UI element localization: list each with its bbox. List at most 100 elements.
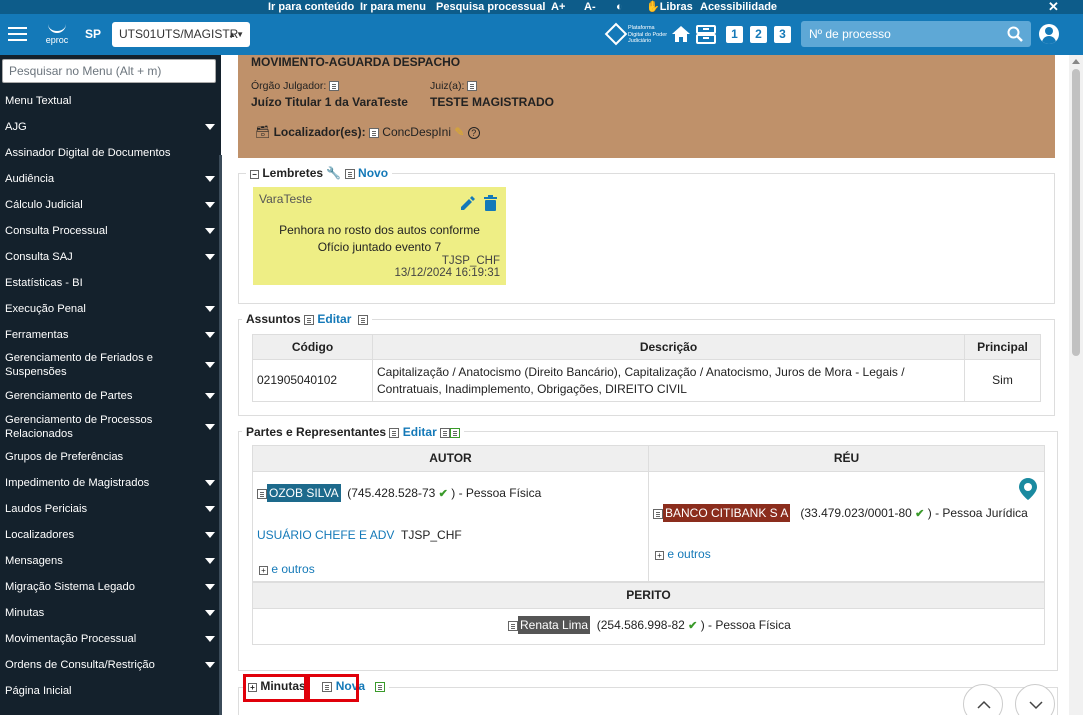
caret-down-icon[interactable] bbox=[205, 662, 215, 668]
menu-search-input[interactable]: Pesquisar no Menu (Alt + m) bbox=[2, 59, 216, 83]
accessibility-link[interactable]: Acessibilidade bbox=[700, 0, 777, 14]
location-pin-icon[interactable] bbox=[1019, 478, 1037, 500]
close-icon[interactable]: ✕ bbox=[1048, 0, 1059, 14]
sidebar-item[interactable]: Cálculo Judicial bbox=[5, 198, 215, 212]
caret-down-icon[interactable] bbox=[205, 506, 215, 512]
edit-parties-button[interactable]: Editar bbox=[389, 425, 437, 439]
unit-select[interactable]: UTS01UTS/MAGISTR ▲▼ bbox=[112, 22, 250, 47]
scroll-up-arrow-icon[interactable] bbox=[1072, 59, 1080, 64]
caret-down-icon[interactable] bbox=[205, 584, 215, 590]
font-decrease-button[interactable]: A- bbox=[584, 0, 596, 14]
sidebar-item[interactable]: Ordens de Consulta/Restrição bbox=[5, 658, 215, 672]
pdpj-logo[interactable]: Plataforma Digital do Poder Judiciário bbox=[604, 22, 668, 47]
info-icon[interactable] bbox=[653, 508, 663, 519]
caret-down-icon[interactable] bbox=[205, 202, 215, 208]
font-increase-button[interactable]: A+ bbox=[551, 0, 565, 14]
reu-outros[interactable]: + e outros bbox=[655, 547, 711, 561]
skip-to-menu-link[interactable]: Ir para menu bbox=[360, 0, 426, 14]
caret-down-icon[interactable] bbox=[205, 393, 215, 399]
sidebar-item[interactable]: Execução Penal bbox=[5, 302, 215, 316]
info-icon[interactable] bbox=[508, 620, 518, 631]
help-icon[interactable]: ? bbox=[467, 127, 480, 139]
sidebar-item[interactable]: Gerenciamento de Partes bbox=[5, 389, 215, 403]
info-icon[interactable] bbox=[368, 127, 379, 138]
sidebar-item[interactable]: Grupos de Preferências bbox=[5, 450, 215, 464]
sidebar-item[interactable]: Estatísticas - BI bbox=[5, 276, 215, 290]
edit-subjects-button[interactable]: Editar bbox=[304, 312, 351, 326]
sidebar-scrollbar[interactable] bbox=[219, 155, 222, 715]
sidebar-item[interactable]: Migração Sistema Legado bbox=[5, 580, 215, 594]
caret-down-icon[interactable] bbox=[205, 558, 215, 564]
caret-down-icon[interactable] bbox=[205, 532, 215, 538]
sidebar-item[interactable]: Assinador Digital de Documentos bbox=[5, 146, 215, 160]
representative-link[interactable]: USUÁRIO CHEFE E ADV bbox=[257, 528, 394, 542]
sidebar-item[interactable]: Localizadores bbox=[5, 528, 215, 542]
caret-down-icon[interactable] bbox=[205, 362, 215, 368]
sidebar-item[interactable]: Consulta SAJ bbox=[5, 250, 215, 264]
refresh-icon[interactable] bbox=[375, 681, 386, 692]
home-icon[interactable] bbox=[671, 25, 691, 43]
user-avatar-icon[interactable] bbox=[1039, 24, 1059, 44]
caret-down-icon[interactable] bbox=[205, 306, 215, 312]
search-icon[interactable] bbox=[1007, 26, 1023, 42]
edit-localizador-icon[interactable]: ✎ bbox=[454, 125, 464, 139]
quick-access-1-button[interactable]: 1 bbox=[726, 26, 743, 43]
process-search-link[interactable]: Pesquisa processual bbox=[436, 0, 545, 14]
localizador-label: Localizador(es): bbox=[273, 125, 366, 139]
info-icon[interactable] bbox=[329, 81, 340, 92]
table-icon[interactable] bbox=[440, 427, 451, 438]
localizador-value[interactable]: ConcDespIni bbox=[382, 125, 451, 139]
process-search-input[interactable]: Nº de processo bbox=[801, 21, 1031, 47]
eproc-logo[interactable]: eproc bbox=[44, 23, 70, 47]
caret-down-icon[interactable] bbox=[205, 176, 215, 182]
sidebar-item[interactable]: Impedimento de Magistrados bbox=[5, 476, 215, 490]
new-reminder-button[interactable]: Novo bbox=[344, 166, 388, 180]
autor-name[interactable]: OZOB SILVA bbox=[267, 484, 341, 502]
sidebar-item[interactable]: Gerenciamento de Feriados e Suspensões bbox=[5, 351, 215, 379]
inbox-icon[interactable] bbox=[696, 25, 716, 44]
sidebar-item[interactable]: Mensagens bbox=[5, 554, 215, 568]
caret-down-icon[interactable] bbox=[205, 480, 215, 486]
edit-pencil-icon[interactable] bbox=[459, 195, 475, 211]
info-icon[interactable] bbox=[257, 488, 267, 499]
info-icon[interactable] bbox=[467, 81, 478, 92]
sidebar-item[interactable]: Ferramentas bbox=[5, 328, 215, 342]
perito-name[interactable]: Renata Lima bbox=[518, 616, 591, 634]
sidebar-item[interactable]: Laudos Periciais bbox=[5, 502, 215, 516]
caret-down-icon[interactable] bbox=[205, 124, 215, 130]
libras-link[interactable]: ✋Libras bbox=[646, 0, 693, 14]
orgao-label: Órgão Julgador: bbox=[251, 80, 340, 92]
sidebar-item[interactable]: Audiência bbox=[5, 172, 215, 186]
sidebar-item[interactable]: Página Inicial bbox=[5, 684, 215, 698]
wrench-icon[interactable]: 🔧 bbox=[326, 166, 341, 180]
reu-name[interactable]: BANCO CITIBANK S A bbox=[663, 504, 791, 522]
sidebar-item[interactable]: Menu Textual bbox=[5, 94, 215, 108]
main-content: MOVIMENTO-AGUARDA DESPACHO Órgão Julgado… bbox=[224, 55, 1069, 715]
check-icon: ✔ bbox=[915, 508, 925, 520]
caret-down-icon[interactable] bbox=[205, 424, 215, 430]
page-scrollbar[interactable] bbox=[1069, 55, 1083, 715]
autor-outros[interactable]: + e outros bbox=[259, 562, 315, 576]
scrollbar-thumb[interactable] bbox=[1072, 69, 1080, 356]
table-icon[interactable] bbox=[358, 314, 369, 325]
caret-down-icon[interactable] bbox=[205, 610, 215, 616]
sidebar-item[interactable]: AJG bbox=[5, 120, 215, 134]
trash-icon[interactable] bbox=[484, 195, 497, 211]
skip-to-content-link[interactable]: Ir para conteúdo bbox=[268, 0, 354, 14]
sidebar-item[interactable]: Gerenciamento de Processos Relacionados bbox=[5, 413, 215, 441]
contrast-icon[interactable]: ◐ bbox=[616, 0, 623, 14]
sidebar-item[interactable]: Minutas bbox=[5, 606, 215, 620]
sidebar-item[interactable]: Movimentação Processual bbox=[5, 632, 215, 646]
quick-access-3-button[interactable]: 3 bbox=[774, 26, 791, 43]
hamburger-menu-icon[interactable] bbox=[8, 27, 27, 42]
caret-down-icon[interactable] bbox=[205, 228, 215, 234]
caret-down-icon[interactable] bbox=[205, 332, 215, 338]
scroll-up-button[interactable] bbox=[963, 684, 1003, 715]
sidebar-item[interactable]: Consulta Processual bbox=[5, 224, 215, 238]
refresh-icon[interactable] bbox=[450, 427, 461, 438]
collapse-icon[interactable]: − bbox=[250, 170, 259, 179]
caret-down-icon[interactable] bbox=[205, 636, 215, 642]
caret-down-icon[interactable] bbox=[205, 254, 215, 260]
quick-access-2-button[interactable]: 2 bbox=[750, 26, 767, 43]
scroll-down-button[interactable] bbox=[1015, 684, 1055, 715]
